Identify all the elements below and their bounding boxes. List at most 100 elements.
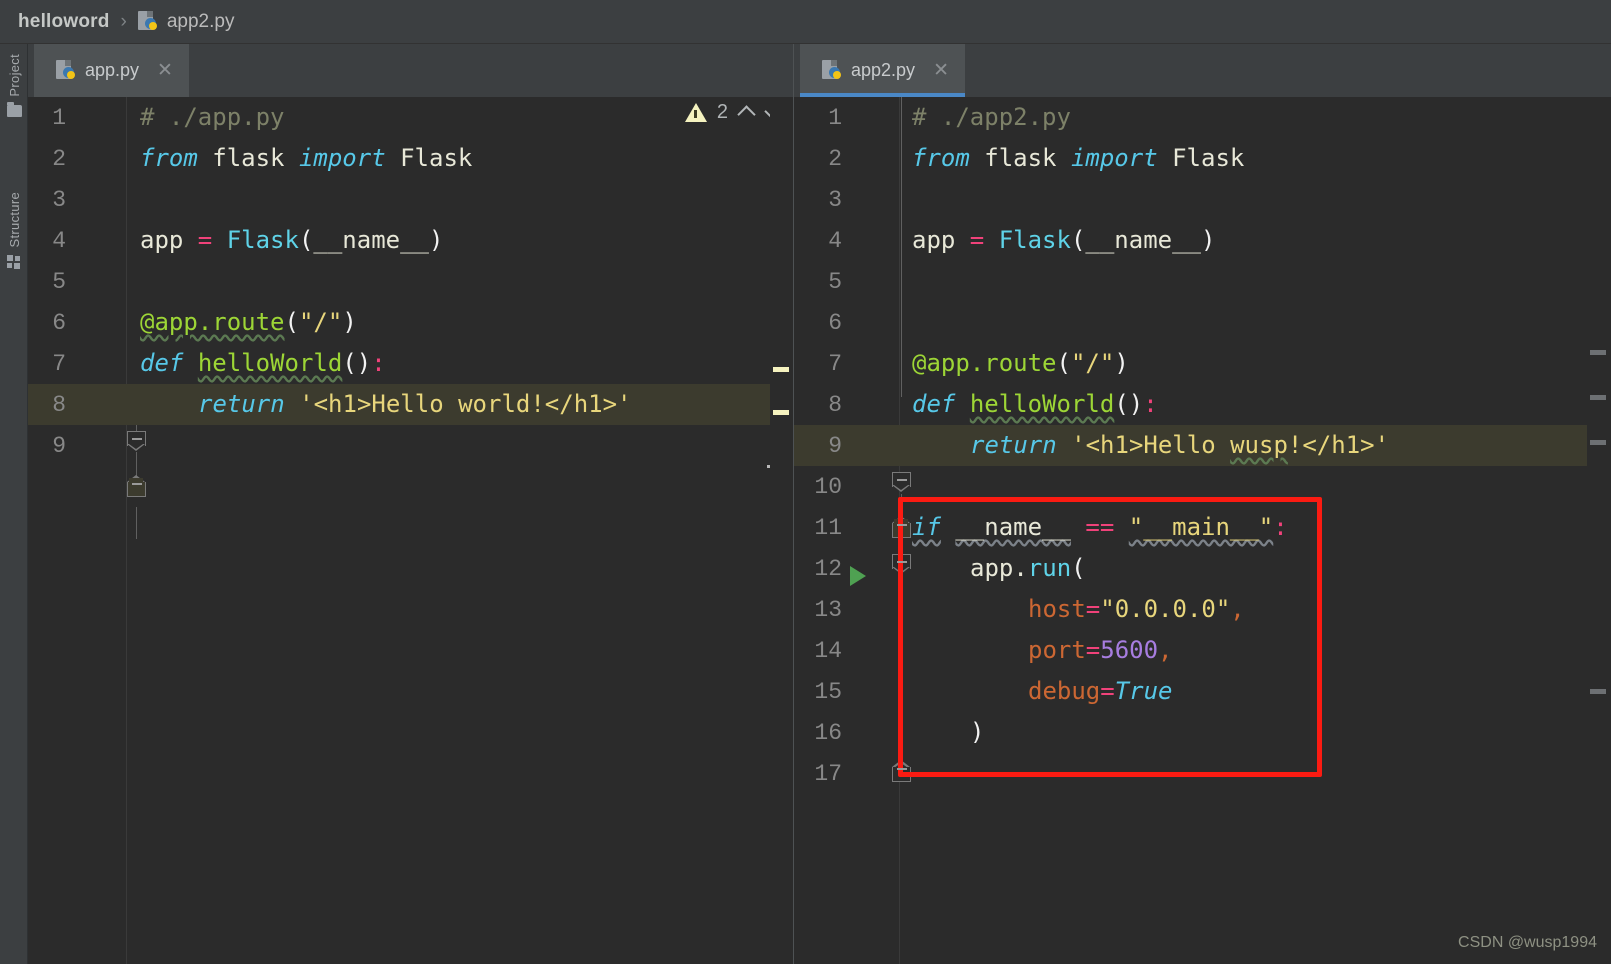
tabbar-left: app.py ✕ (28, 44, 794, 97)
code-text: def helloWorld(): (140, 349, 386, 377)
folder-icon (6, 101, 22, 117)
warning-stripe-mark[interactable] (773, 367, 789, 372)
code-line[interactable]: 2 from flask import Flask (28, 138, 794, 179)
code-line[interactable]: 4 app = Flask(__name__) (28, 220, 794, 261)
line-number: 17 (814, 761, 842, 787)
line-number: 15 (814, 679, 842, 705)
editor-pane-right: app2.py ✕ 1 # ./app2.py 2 from flask imp… (794, 44, 1611, 964)
breadcrumb-file[interactable]: app2.py (167, 11, 235, 33)
tab-app2-py[interactable]: app2.py ✕ (800, 44, 965, 97)
line-number: 2 (52, 146, 66, 172)
watermark: CSDN @wusp1994 (1458, 934, 1597, 951)
error-stripe-left[interactable] (770, 97, 794, 964)
code-line[interactable]: 16) (794, 712, 1611, 753)
line-number: 4 (52, 228, 66, 254)
code-line[interactable]: 8 def helloWorld(): (794, 384, 1611, 425)
code-text: if __name__ == "__main__": (912, 513, 1288, 541)
code-line[interactable]: 3 (28, 179, 794, 220)
line-number: 5 (52, 269, 66, 295)
tab-label: app2.py (851, 60, 916, 80)
code-text: port=5600, (1028, 636, 1173, 664)
line-number: 1 (828, 105, 842, 131)
line-number: 5 (828, 269, 842, 295)
sidebar-item-structure[interactable]: Structure (0, 192, 28, 270)
breadcrumb-separator: › (120, 10, 127, 32)
tab-app-py[interactable]: app.py ✕ (34, 44, 189, 97)
code-line[interactable]: 5 (794, 261, 1611, 302)
code-line[interactable]: 13 host="0.0.0.0", (794, 589, 1611, 630)
python-file-icon (137, 10, 158, 33)
python-file-icon (822, 59, 842, 82)
line-number: 14 (814, 638, 842, 664)
code-text: @app.route("/") (140, 308, 357, 336)
code-line[interactable]: 7 def helloWorld(): (28, 343, 794, 384)
breadcrumb-project[interactable]: helloword (18, 11, 110, 33)
sidebar-item-structure-label: Structure (6, 192, 22, 248)
error-stripe-right[interactable] (1587, 97, 1611, 964)
line-number: 3 (828, 187, 842, 213)
line-number: 1 (52, 105, 66, 131)
code-line[interactable]: 14 port=5600, (794, 630, 1611, 671)
code-text: ) (970, 718, 985, 746)
code-line[interactable]: 17 (794, 753, 1611, 794)
code-text: @app.route("/") (912, 349, 1129, 377)
code-line[interactable]: 12 app.run( (794, 548, 1611, 589)
code-lines-left: 1 # ./app.py 2 from flask import Flask 3 4 app… (28, 97, 794, 466)
fold-guide-line (135, 507, 138, 539)
line-number: 11 (814, 515, 842, 541)
code-line[interactable]: 5 (28, 261, 794, 302)
stripe-mark[interactable] (1590, 395, 1606, 400)
code-text: def helloWorld(): (912, 390, 1158, 418)
code-text: debug=True (1028, 677, 1173, 705)
code-text: app = Flask(__name__) (140, 226, 444, 254)
close-icon[interactable]: ✕ (153, 59, 177, 82)
warning-stripe-mark[interactable] (773, 410, 789, 415)
code-lines-right: 1 # ./app2.py 2 from flask import Flask 3 4 ap… (794, 97, 1611, 794)
line-number: 6 (828, 310, 842, 336)
tabbar-right: app2.py ✕ (794, 44, 1611, 97)
sidebar-item-project[interactable]: Project (0, 54, 28, 117)
code-line[interactable]: 9 return '<h1>Hello wusp!</h1>' (794, 425, 1611, 466)
close-icon[interactable]: ✕ (929, 59, 953, 82)
stripe-mark[interactable] (1590, 440, 1606, 445)
code-line[interactable]: 15 debug=True (794, 671, 1611, 712)
code-text: return '<h1>Hello world!</h1>' (198, 390, 632, 418)
fold-toggle-return[interactable] (127, 475, 146, 497)
line-number: 10 (814, 474, 842, 500)
code-line[interactable]: 7 @app.route("/") (794, 343, 1611, 384)
pycharm-window: helloword › app2.py Project Structure ap… (0, 0, 1611, 964)
editor-pane-left: app.py ✕ 2 1 # ./app.py 2 from flask imp… (28, 44, 794, 964)
code-line[interactable]: 9 (28, 425, 794, 466)
code-line[interactable]: 1 # ./app2.py (794, 97, 1611, 138)
code-line[interactable]: 2 from flask import Flask (794, 138, 1611, 179)
tool-window-sidebar: Project Structure (0, 44, 28, 964)
code-line[interactable]: 6 (794, 302, 1611, 343)
code-line[interactable]: 1 # ./app.py (28, 97, 794, 138)
structure-icon (7, 255, 21, 270)
code-line[interactable]: 11 if __name__ == "__main__": (794, 507, 1611, 548)
code-text: # ./app2.py (912, 103, 1071, 131)
code-line[interactable]: 4 app = Flask(__name__) (794, 220, 1611, 261)
line-number: 9 (52, 433, 66, 459)
stripe-mark[interactable] (1590, 689, 1606, 694)
line-number: 8 (52, 392, 66, 418)
line-number: 6 (52, 310, 66, 336)
code-area-left[interactable]: 1 # ./app.py 2 from flask import Flask 3 4 app… (28, 97, 794, 964)
line-number: 7 (828, 351, 842, 377)
stripe-mark[interactable] (1590, 350, 1606, 355)
code-line[interactable]: 3 (794, 179, 1611, 220)
code-line[interactable]: 10 (794, 466, 1611, 507)
line-number: 9 (828, 433, 842, 459)
line-number: 12 (814, 556, 842, 582)
python-file-icon (56, 59, 76, 82)
code-line[interactable]: 6 @app.route("/") (28, 302, 794, 343)
line-number: 13 (814, 597, 842, 623)
line-number: 8 (828, 392, 842, 418)
code-area-right[interactable]: 1 # ./app2.py 2 from flask import Flask 3 4 ap… (794, 97, 1611, 964)
breadcrumb-bar: helloword › app2.py (0, 0, 1611, 44)
code-text: from flask import Flask (140, 144, 473, 172)
tab-label: app.py (85, 60, 140, 80)
code-text: host="0.0.0.0", (1028, 595, 1245, 623)
code-line[interactable]: 8 return '<h1>Hello world!</h1>' (28, 384, 794, 425)
line-number: 2 (828, 146, 842, 172)
